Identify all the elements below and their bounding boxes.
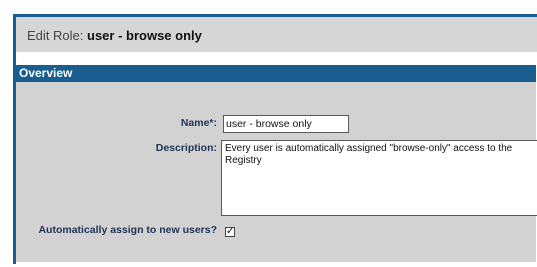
description-label: Description: — [155, 142, 217, 154]
description-textarea[interactable]: Every user is automatically assigned "br… — [221, 140, 537, 216]
overview-section-header: Overview — [16, 65, 536, 82]
title-prefix: Edit Role: — [27, 28, 84, 43]
name-input[interactable] — [223, 115, 349, 133]
auto-assign-label: Automatically assign to new users? — [38, 224, 217, 236]
auto-assign-checkbox[interactable]: ✓ — [225, 227, 235, 237]
page-title: user - browse only — [87, 28, 202, 43]
page-title-bar: Edit Role: user - browse only — [16, 17, 537, 52]
name-label: Name*: — [180, 117, 217, 129]
